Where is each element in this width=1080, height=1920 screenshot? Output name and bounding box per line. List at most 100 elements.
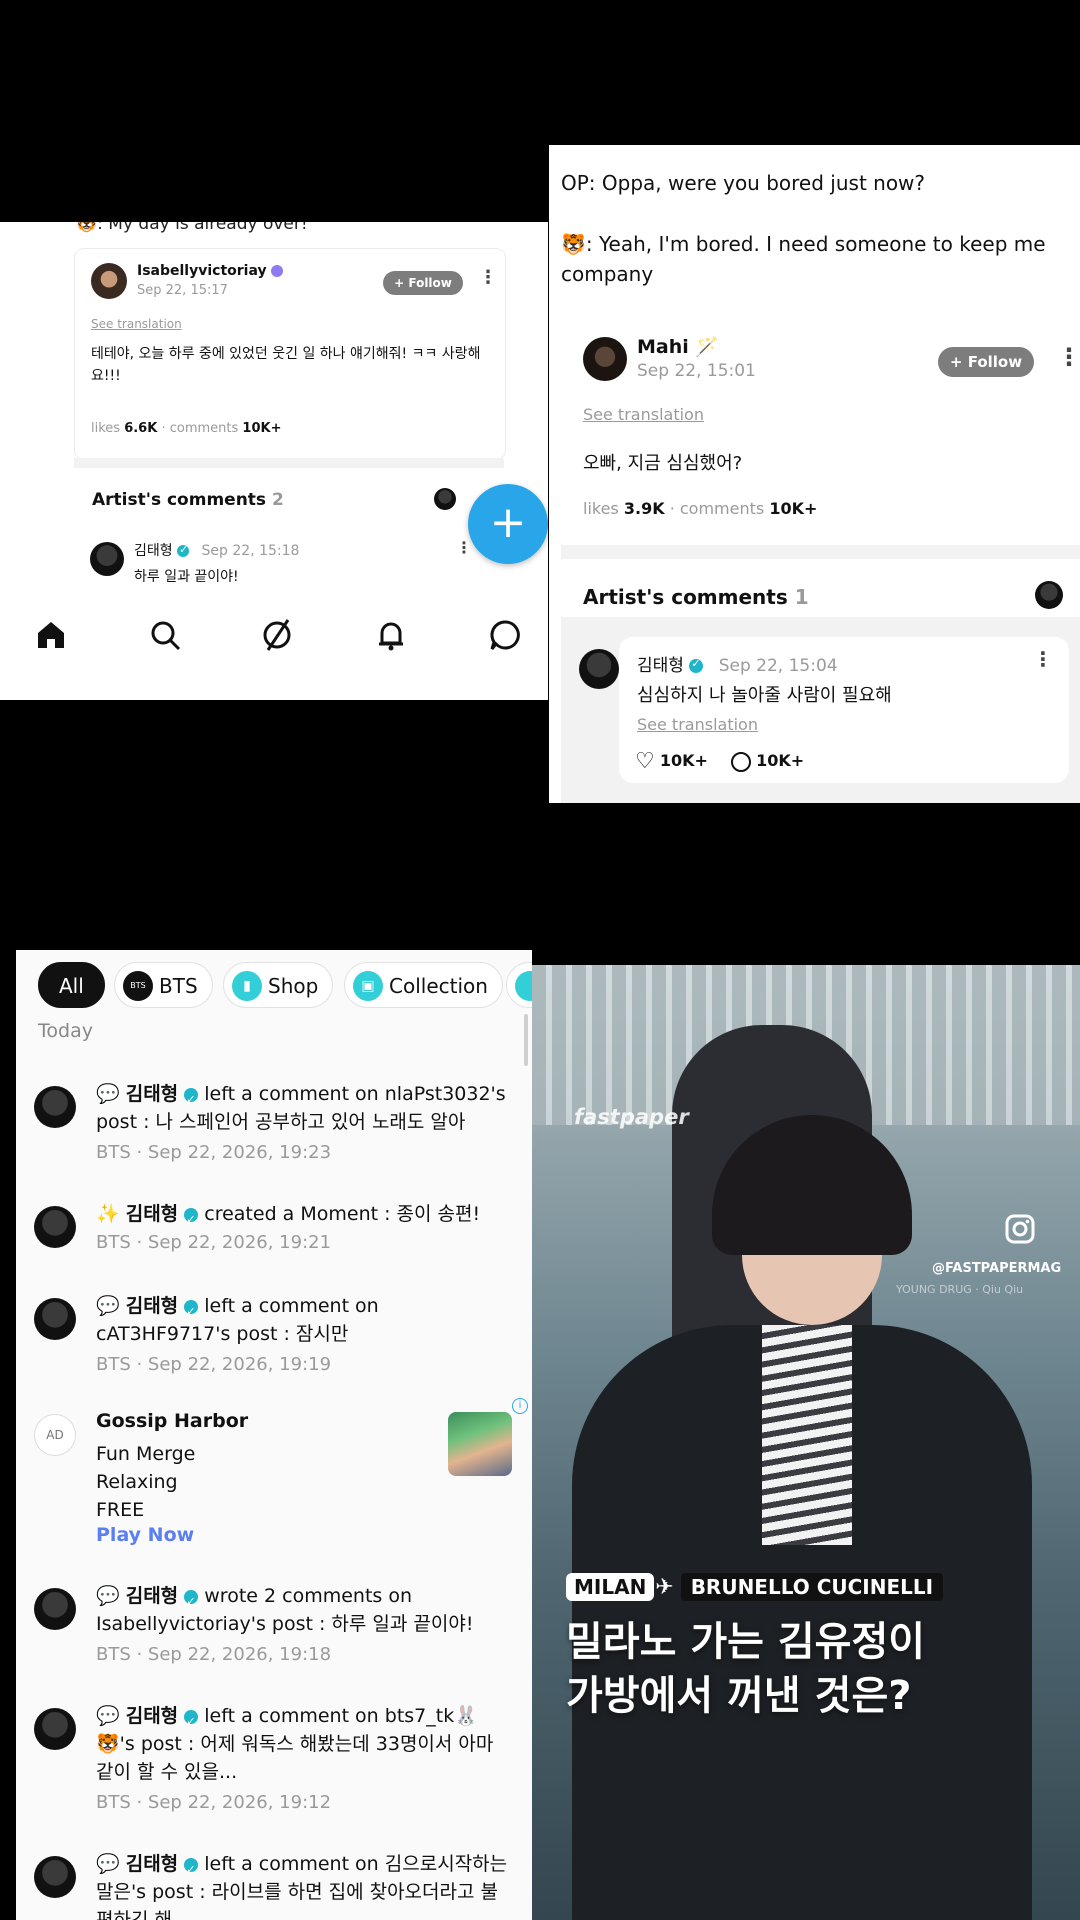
- bell-icon[interactable]: [374, 618, 408, 652]
- instagram-handle: @FASTPAPERMAG: [932, 1261, 1062, 1276]
- notification-item[interactable]: 💬 김태형 left a comment on cAT3HF9717's pos…: [16, 1292, 532, 1392]
- likes-count: 3.9K: [623, 499, 665, 518]
- chip-all-label: All: [59, 974, 84, 998]
- top-comment-line: 🐯: My day is already over!: [76, 222, 308, 234]
- author-name[interactable]: Mahi 🪄: [637, 335, 719, 358]
- scrollbar[interactable]: [524, 1014, 528, 1066]
- artist-comments-header: Artist's comments 2: [92, 490, 284, 510]
- comment-bubble-icon: 💬: [96, 1295, 120, 1317]
- ad-game-image[interactable]: [448, 1412, 512, 1476]
- author-avatar[interactable]: [91, 263, 127, 299]
- likes-label: likes: [583, 499, 619, 518]
- ad-line: FREE: [96, 1499, 145, 1521]
- comments-label: · comments: [669, 499, 765, 518]
- commenter-avatar[interactable]: [90, 542, 124, 576]
- comment-author: 김태형: [637, 656, 684, 676]
- ad-item[interactable]: AD Gossip Harbor Fun Merge Relaxing FREE…: [16, 1398, 532, 1570]
- notification-text: 💬 김태형 wrote 2 comments on Isabellyvictor…: [96, 1582, 512, 1638]
- ad-line: Fun Merge: [96, 1443, 196, 1465]
- fastpaper-watermark: fastpaper: [574, 1105, 689, 1129]
- verified-icon: [689, 657, 704, 673]
- artist-comments-label: Artist's comments: [92, 490, 267, 510]
- notification-meta: BTS · Sep 22, 2026, 19:19: [96, 1354, 332, 1375]
- artist-name: 김태형: [125, 1585, 179, 1607]
- comment-more-icon[interactable]: ⋮: [1033, 647, 1053, 671]
- artist-avatar: [34, 1588, 76, 1630]
- commenter-avatar[interactable]: [579, 649, 619, 689]
- see-translation-link[interactable]: See translation: [583, 405, 704, 424]
- notification-meta: BTS · Sep 22, 2026, 19:18: [96, 1644, 332, 1665]
- artist-avatar: [34, 1206, 76, 1248]
- see-translation-link[interactable]: See translation: [637, 715, 758, 734]
- chip-all[interactable]: All: [38, 962, 105, 1008]
- chip-bts[interactable]: BTS BTS: [114, 962, 213, 1008]
- comment-author: 김태형: [134, 543, 173, 559]
- headline: 밀라노 가는 김유정이 가방에서 꺼낸 것은?: [566, 1615, 925, 1723]
- post-body: 테테야, 오늘 하루 중에 있었던 웃긴 일 하나 얘기해줘! ㅋㅋ 사랑해요!…: [91, 346, 481, 384]
- more-options-icon[interactable]: ⋮: [479, 267, 497, 288]
- post-card[interactable]: Isabellyvictoriay Sep 22, 15:17 + Follow…: [74, 248, 506, 460]
- chip-bts-label: BTS: [159, 974, 198, 998]
- artist-comment[interactable]: 김태형 Sep 22, 15:04 ⋮ 심심하지 나 놀아줄 사람이 필요해 S…: [619, 637, 1069, 783]
- tag-brand: BRUNELLO CUCINELLI: [680, 1573, 944, 1601]
- artist-comments-header: Artist's comments 1: [583, 585, 809, 609]
- artist-avatar: [34, 1298, 76, 1340]
- notification-text: 💬 김태형 left a comment on 김으로시작하는말은's post…: [96, 1850, 512, 1920]
- ad-title[interactable]: Gossip Harbor: [96, 1410, 248, 1432]
- comment-text: 심심하지 나 놀아줄 사람이 필요해: [637, 685, 892, 706]
- comment-likes: 10K+: [659, 751, 708, 770]
- chip-shop[interactable]: ▮ Shop: [223, 962, 334, 1008]
- artist-name: 김태형: [125, 1853, 179, 1875]
- comment-bubble-icon[interactable]: [731, 751, 751, 772]
- instagram-icon: [1005, 1214, 1035, 1244]
- notification-meta: BTS · Sep 22, 2026, 19:12: [96, 1792, 332, 1813]
- bottom-nav: [0, 582, 548, 700]
- artist-comments-label: Artist's comments: [583, 585, 788, 609]
- headline-line-1: 밀라노 가는 김유정이: [566, 1619, 926, 1665]
- artist-avatar-small: [434, 488, 456, 510]
- artist-name: 김태형: [125, 1295, 179, 1317]
- comment-bubble-icon: 💬: [96, 1705, 120, 1727]
- tag-city: MILAN: [566, 1573, 655, 1601]
- notification-item[interactable]: 💬 김태형 wrote 2 comments on Isabellyvictor…: [16, 1582, 532, 1682]
- notification-text: 💬 김태형 left a comment on nlaPst3032's pos…: [96, 1080, 512, 1136]
- airplane-icon: ✈: [655, 1575, 674, 1600]
- likes-label: likes: [91, 421, 121, 436]
- author-avatar[interactable]: [583, 337, 627, 381]
- search-icon[interactable]: [148, 618, 182, 652]
- comment-time: Sep 22, 15:18: [201, 543, 300, 559]
- verified-icon: [177, 543, 190, 557]
- more-options-icon[interactable]: ⋮: [1057, 343, 1080, 371]
- comment-actions: ♡ 10K+ 10K+: [635, 749, 804, 774]
- verified-icon: [184, 1708, 199, 1736]
- location-tag: MILAN ✈ BRUNELLO CUCINELLI: [566, 1573, 944, 1601]
- photo-credit: YOUNG DRUG · Qiu Qiu: [896, 1283, 1024, 1296]
- notification-item[interactable]: 💬 김태형 left a comment on 김으로시작하는말은's post…: [16, 1850, 532, 1920]
- comment-more-icon[interactable]: ⋮: [456, 538, 472, 557]
- author-name[interactable]: Isabellyvictoriay: [137, 263, 284, 279]
- chat-icon[interactable]: [488, 618, 522, 652]
- see-translation-link[interactable]: See translation: [91, 317, 182, 331]
- chip-more[interactable]: [506, 962, 532, 1008]
- follow-button[interactable]: + Follow: [938, 347, 1034, 377]
- compose-fab-button[interactable]: +: [468, 484, 548, 564]
- notification-item[interactable]: ✨ 김태형 created a Moment : 종이 송편! BTS · Se…: [16, 1200, 532, 1270]
- artist-avatar: [34, 1856, 76, 1898]
- chip-collection[interactable]: ▣ Collection: [344, 962, 503, 1008]
- post-body: 오빠, 지금 심심했어?: [583, 453, 743, 474]
- heart-icon[interactable]: ♡: [635, 749, 655, 774]
- play-now-link[interactable]: Play Now: [96, 1524, 194, 1546]
- ad-info-icon[interactable]: i: [512, 1398, 528, 1414]
- striped-shirt: [762, 1325, 852, 1545]
- post-time: Sep 22, 15:01: [637, 361, 756, 381]
- section-today: Today: [38, 1020, 93, 1042]
- home-icon[interactable]: [34, 618, 68, 652]
- notification-item[interactable]: 💬 김태형 left a comment on nlaPst3032's pos…: [16, 1080, 532, 1180]
- discover-icon[interactable]: [260, 618, 294, 652]
- artist-avatar-small: [1035, 581, 1063, 609]
- follow-button[interactable]: + Follow: [383, 271, 463, 295]
- artist-name: 김태형: [125, 1083, 179, 1105]
- verified-icon: [184, 1856, 199, 1884]
- panel-post-isabelly: 🐯: My day is already over! Isabellyvicto…: [0, 222, 548, 700]
- notification-item[interactable]: 💬 김태형 left a comment on bts7_tk🐰🐯's post…: [16, 1702, 532, 1832]
